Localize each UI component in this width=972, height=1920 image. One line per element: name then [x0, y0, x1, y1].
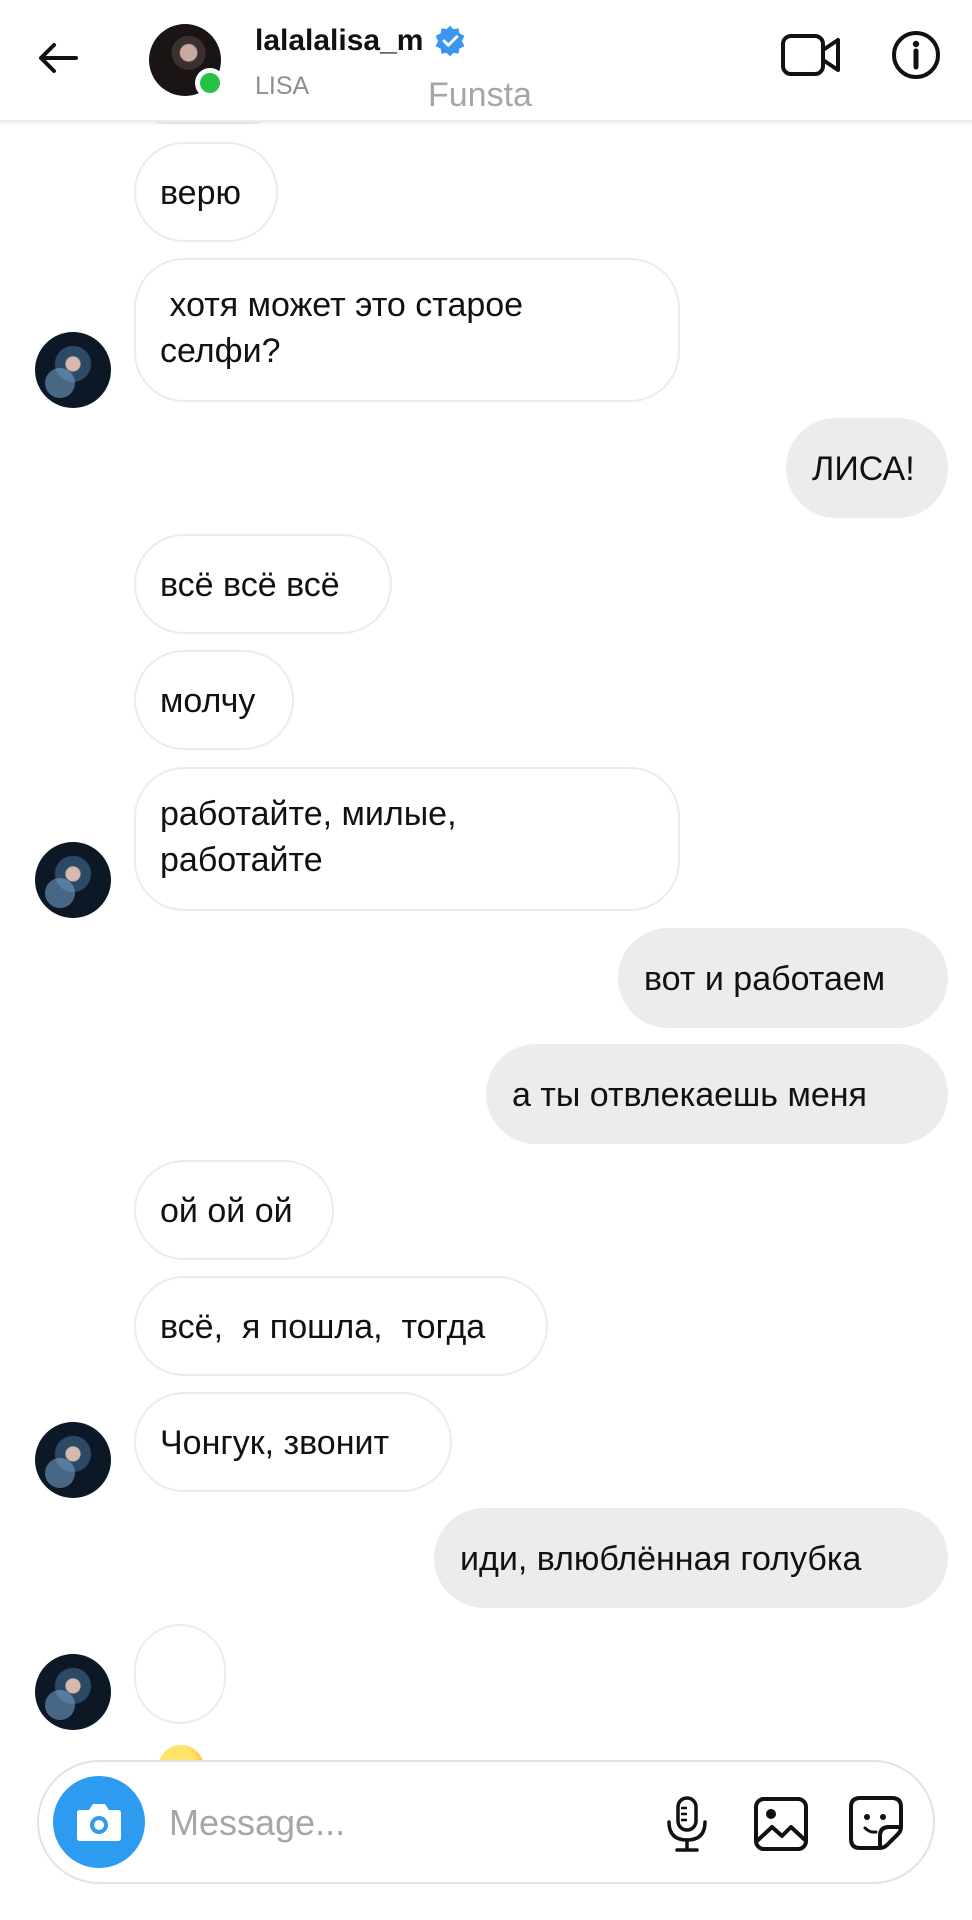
message-bubble-emoji[interactable]: [134, 1624, 226, 1792]
message-bubble[interactable]: хотя может это старое селфи?: [134, 258, 680, 402]
message-bubble[interactable]: ой ой ой: [134, 1160, 334, 1260]
message-bubble[interactable]: работайте, милые, работайте: [134, 767, 680, 911]
sender-avatar[interactable]: [35, 332, 111, 408]
direct-message-screen: верю хотя может это старое селфи? ЛИСА! …: [0, 0, 972, 1920]
image-icon[interactable]: [752, 1795, 810, 1853]
sender-avatar[interactable]: [35, 1654, 111, 1730]
message-composer: [37, 1760, 935, 1884]
contact-username[interactable]: lalalalisa_m: [255, 24, 467, 58]
message-bubble[interactable]: а ты отвлекаешь меня: [486, 1044, 948, 1144]
chat-header: lalalalisa_m LISA Funsta: [0, 0, 972, 122]
contact-avatar[interactable]: [149, 24, 225, 98]
message-bubble[interactable]: всё, я пошла, тогда: [134, 1276, 548, 1376]
camera-button[interactable]: [53, 1776, 145, 1868]
message-bubble[interactable]: молчу: [134, 650, 294, 750]
message-input[interactable]: [169, 1792, 639, 1854]
message-bubble[interactable]: ЛИСА!: [786, 418, 948, 518]
video-camera-icon[interactable]: [780, 30, 842, 80]
sender-avatar[interactable]: [35, 1422, 111, 1498]
info-icon[interactable]: [890, 29, 942, 81]
message-bubble[interactable]: верю: [134, 142, 278, 242]
message-bubble[interactable]: всё всё всё: [134, 534, 392, 634]
sticker-icon[interactable]: [846, 1793, 906, 1853]
sender-avatar[interactable]: [35, 842, 111, 918]
microphone-icon[interactable]: [657, 1794, 717, 1854]
camera-icon: [77, 1804, 121, 1841]
username-text: lalalalisa_m: [255, 24, 424, 57]
watermark-text: Funsta: [428, 76, 532, 114]
contact-full-name: LISA: [255, 72, 310, 100]
message-bubble[interactable]: Чонгук, звонит: [134, 1392, 452, 1492]
message-bubble[interactable]: иди, влюблённая голубка: [434, 1508, 948, 1608]
message-thread[interactable]: верю хотя может это старое селфи? ЛИСА! …: [0, 0, 972, 1792]
verified-badge-icon: [436, 25, 465, 57]
arrow-left-icon[interactable]: [34, 34, 82, 82]
message-bubble[interactable]: вот и работаем: [618, 928, 948, 1028]
online-status-indicator: [195, 68, 225, 98]
